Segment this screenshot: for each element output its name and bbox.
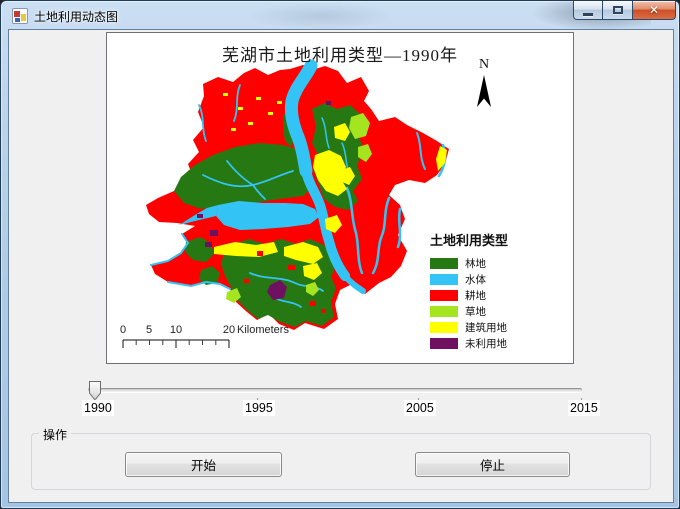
unused-swatch [430,338,458,349]
scale-label-10: 10 [170,324,182,336]
scale-ruler [117,339,247,350]
stop-button[interactable]: 停止 [415,452,570,477]
grass-swatch [430,306,458,317]
close-button[interactable]: ✕ [633,1,676,20]
year-label-2015: 2015 [568,400,600,416]
start-button[interactable]: 开始 [125,452,282,477]
minimize-icon [583,13,593,16]
titlebar[interactable]: 土地利用动态图 ✕ [1,1,679,30]
scale-bar: 0 5 10 20 Kilometers [117,324,327,354]
year-label-1990: 1990 [82,400,114,416]
year-trackbar[interactable] [84,379,586,403]
north-label: N [479,57,489,73]
legend-title: 土地利用类型 [430,230,508,249]
legend-item-water: 水体 [430,274,508,285]
forest-swatch [430,258,458,269]
legend-label: 水体 [465,272,486,287]
minimize-button[interactable] [573,1,603,20]
crop-swatch [430,290,458,301]
legend-item-grass: 草地 [430,306,508,317]
screen: 土地利用动态图 ✕ [0,0,680,509]
form-client-area: 芜湖市土地利用类型—1990年 N 土地利用类型 林地水体耕地草地建筑用地未利用… [9,30,673,502]
scale-unit: Kilometers [237,324,289,336]
maximize-button[interactable] [603,1,633,20]
app-window: 土地利用动态图 ✕ [0,0,680,509]
app-icon [12,8,28,24]
scale-label-20: 20 [223,324,235,336]
legend-label: 耕地 [465,288,486,303]
trackbar-groove[interactable] [88,388,582,392]
map-title: 芜湖市土地利用类型—1990年 [107,41,573,66]
maximize-icon [613,6,623,14]
window-title: 土地利用动态图 [34,8,118,25]
caption-buttons: ✕ [573,1,676,21]
year-label-1995: 1995 [243,400,275,416]
north-arrow: N [469,57,499,109]
north-arrow-icon [475,73,493,109]
water-swatch [430,274,458,285]
legend-item-forest: 林地 [430,258,508,269]
legend-item-unused: 未利用地 [430,338,508,349]
legend-label: 未利用地 [465,336,507,351]
legend-item-crop: 耕地 [430,290,508,301]
legend-label: 林地 [465,256,486,271]
legend-label: 草地 [465,304,486,319]
land-use-map-box: 芜湖市土地利用类型—1990年 N 土地利用类型 林地水体耕地草地建筑用地未利用… [106,32,574,364]
legend-item-built: 建筑用地 [430,322,508,333]
operations-group-label: 操作 [39,426,71,443]
map-legend: 土地利用类型 林地水体耕地草地建筑用地未利用地 [430,230,508,354]
year-label-2005: 2005 [404,400,436,416]
scale-label-5: 5 [146,324,152,336]
built-swatch [430,322,458,333]
legend-rows: 林地水体耕地草地建筑用地未利用地 [430,258,508,349]
scale-label-0: 0 [120,324,126,336]
legend-label: 建筑用地 [465,320,507,335]
close-icon: ✕ [649,3,659,17]
